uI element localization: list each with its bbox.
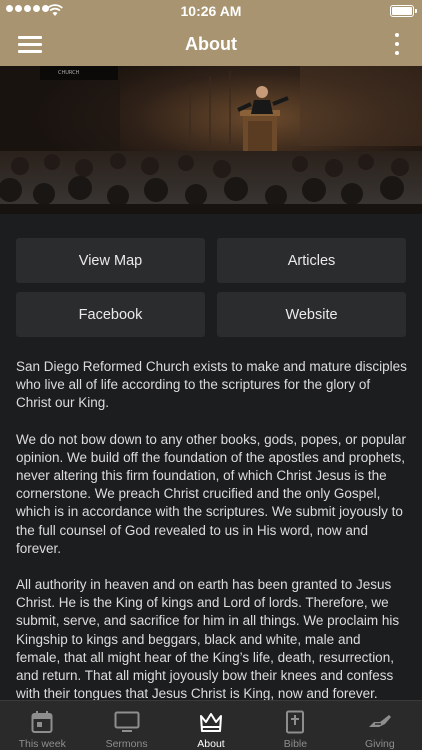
action-buttons: View Map Articles Facebook Website [16,238,406,337]
navigation-bar: About [0,22,422,66]
tab-label: This week [18,738,66,750]
about-paragraph: We do not bow down to any other books, g… [16,431,407,556]
more-options-icon[interactable] [392,31,402,57]
view-map-button[interactable]: View Map [16,238,205,283]
tv-icon [114,711,140,732]
calendar-icon [31,711,53,733]
giving-hand-icon [368,715,391,727]
tab-about[interactable]: About [169,701,253,750]
tab-label: About [197,738,225,750]
bible-icon [286,710,305,734]
tab-bar: This week Sermons About Bible Giving [0,700,422,750]
website-button[interactable]: Website [217,292,406,337]
articles-button[interactable]: Articles [217,238,406,283]
tab-label: Bible [283,738,308,750]
tab-label: Giving [364,738,395,750]
tab-label: Sermons [105,738,148,750]
tab-giving[interactable]: Giving [338,701,422,750]
page-title: About [185,34,237,54]
battery-icon [390,5,417,17]
about-paragraph: San Diego Reformed Church exists to make… [16,359,407,411]
pulpit-sign-text: CHURCH [58,70,80,76]
facebook-button[interactable]: Facebook [16,292,205,337]
hero-image: CHURCH [0,66,422,214]
tab-this-week[interactable]: This week [0,701,84,750]
crown-icon [200,713,223,732]
about-description: San Diego Reformed Church exists to make… [16,358,408,721]
status-time: 10:26 AM [180,3,242,19]
status-bar: 10:26 AM [0,0,422,22]
tab-sermons[interactable]: Sermons [84,701,168,750]
tab-bible[interactable]: Bible [253,701,337,750]
about-paragraph: All authority in heaven and on earth has… [16,577,400,702]
